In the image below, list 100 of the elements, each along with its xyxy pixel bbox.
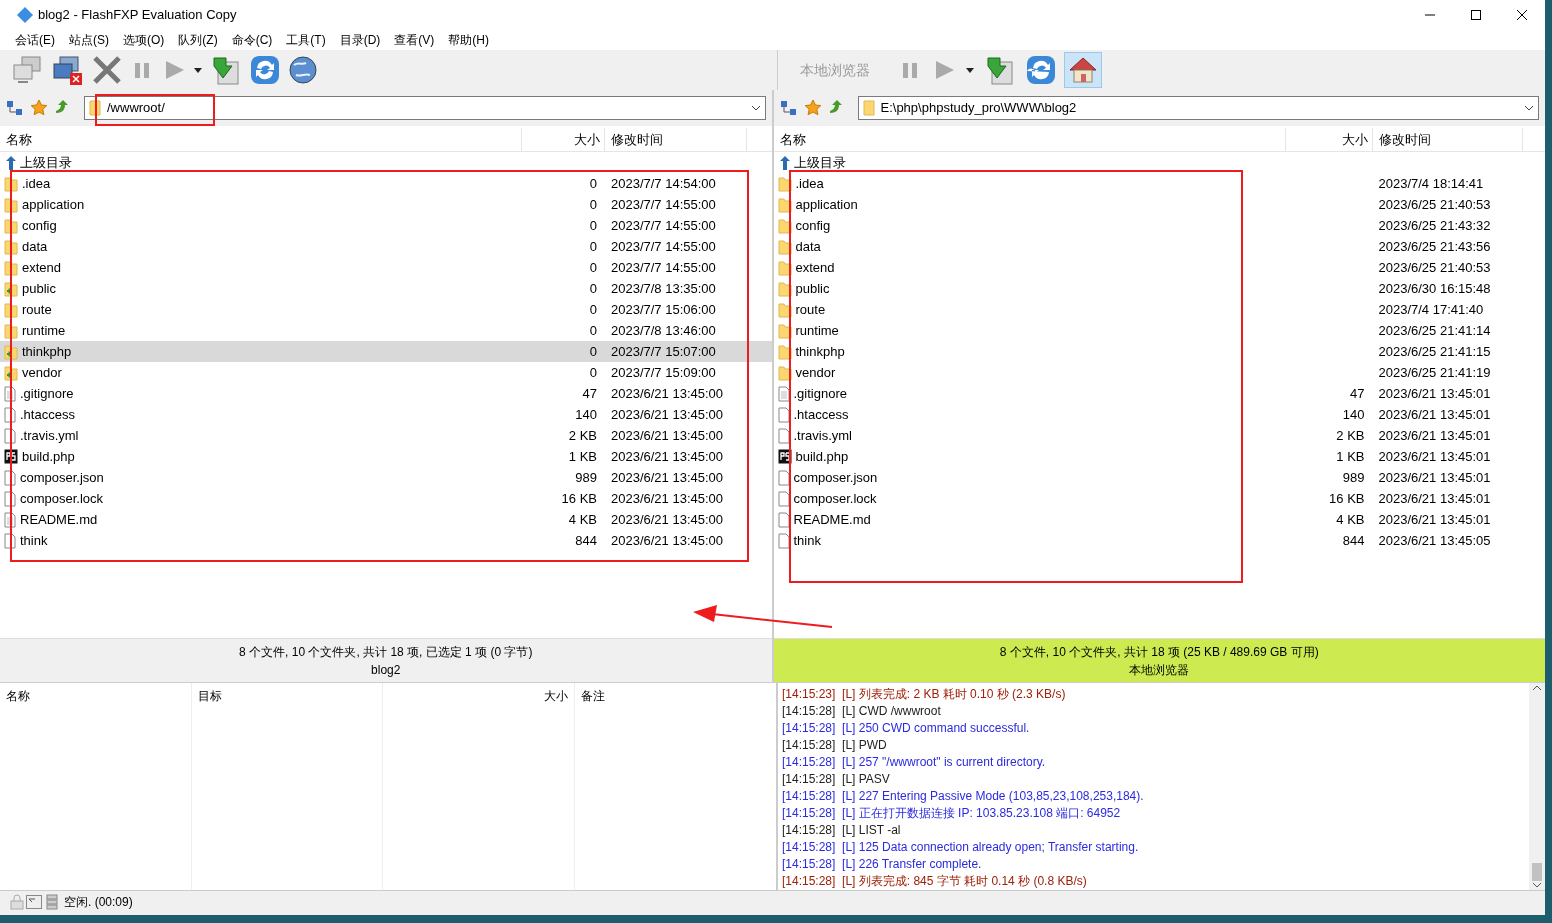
menu-item[interactable]: 队列(Z) bbox=[171, 31, 225, 49]
menu-item[interactable]: 站点(S) bbox=[62, 31, 116, 49]
up-arrow-icon bbox=[4, 154, 18, 171]
file-row[interactable]: .idea 0 2023/7/7 14:54:00 bbox=[0, 173, 772, 194]
window-title: blog2 - FlashFXP Evaluation Copy bbox=[38, 6, 237, 25]
file-modified: 2023/7/4 18:14:41 bbox=[1378, 175, 1484, 191]
file-modified: 2023/6/25 21:40:53 bbox=[1378, 196, 1491, 212]
file-size: 0 bbox=[589, 301, 597, 317]
column-header[interactable]: 备注 bbox=[581, 689, 605, 703]
menu-item[interactable]: 会话(E) bbox=[8, 31, 62, 49]
menu-item[interactable]: 工具(T) bbox=[279, 31, 333, 49]
file-row[interactable]: runtime 0 2023/7/8 13:46:00 bbox=[0, 320, 772, 341]
file-row[interactable]: .gitignore 47 2023/6/21 13:45:00 bbox=[0, 383, 772, 404]
file-modified: 2023/6/21 13:45:00 bbox=[611, 469, 724, 485]
path-field[interactable]: E:\php\phpstudy_pro\WWW\blog2 bbox=[857, 96, 1539, 120]
file-name: composer.lock bbox=[20, 489, 104, 508]
column-header[interactable]: 大小 bbox=[522, 128, 605, 151]
file-row[interactable]: thinkphp 0 2023/7/7 15:07:00 bbox=[0, 341, 772, 362]
file-modified: 2023/6/21 13:45:01 bbox=[1378, 490, 1491, 506]
file-row[interactable]: .idea 2023/7/4 18:14:41 bbox=[773, 173, 1545, 194]
menu-item[interactable]: 查看(V) bbox=[387, 31, 442, 49]
file-modified: 2023/6/25 21:43:32 bbox=[1378, 217, 1491, 233]
tree-icon bbox=[779, 99, 798, 117]
file-row[interactable]: config 2023/6/25 21:43:32 bbox=[773, 215, 1545, 236]
file-row[interactable]: README.md 4 KB 2023/6/21 13:45:01 bbox=[773, 509, 1545, 530]
file-row[interactable]: public 0 2023/7/8 13:35:00 bbox=[0, 278, 772, 299]
menu-item[interactable]: 目录(D) bbox=[332, 31, 388, 49]
file-row[interactable]: README.md 4 KB 2023/6/21 13:45:00 bbox=[0, 509, 772, 530]
file-row[interactable]: .htaccess 140 2023/6/21 13:45:00 bbox=[0, 404, 772, 425]
file-row[interactable]: data 2023/6/25 21:43:56 bbox=[773, 236, 1545, 257]
file-name: application bbox=[22, 195, 85, 214]
file-modified: 2023/6/21 13:45:00 bbox=[611, 406, 724, 422]
file-name: runtime bbox=[22, 321, 66, 340]
file-row[interactable]: data 0 2023/7/7 14:55:00 bbox=[0, 236, 772, 257]
column-header[interactable]: 名称 bbox=[773, 128, 1286, 151]
file-row[interactable]: think 844 2023/6/21 13:45:05 bbox=[773, 530, 1545, 551]
file-icon bbox=[4, 427, 16, 444]
column-header[interactable]: 名称 bbox=[6, 689, 30, 703]
home-button[interactable] bbox=[1064, 52, 1102, 88]
file-modified: 2023/6/21 13:45:00 bbox=[611, 511, 724, 527]
file-modified: 2023/6/21 13:45:00 bbox=[611, 427, 724, 443]
parent-folder-item[interactable]: 上级目录 bbox=[20, 155, 72, 170]
file-row[interactable]: public 2023/6/30 16:15:48 bbox=[773, 278, 1545, 299]
file-row[interactable]: application 2023/6/25 21:40:53 bbox=[773, 194, 1545, 215]
file-row[interactable]: application 0 2023/7/7 14:55:00 bbox=[0, 194, 772, 215]
file-row[interactable]: route 2023/7/4 17:41:40 bbox=[773, 299, 1545, 320]
file-modified: 2023/6/25 21:43:56 bbox=[1378, 238, 1491, 254]
home-icon bbox=[1068, 56, 1098, 84]
file-row[interactable]: composer.lock 16 KB 2023/6/21 13:45:00 bbox=[0, 488, 772, 509]
file-icon bbox=[4, 532, 16, 549]
parent-folder-item[interactable]: 上级目录 bbox=[793, 155, 846, 170]
file-row[interactable]: .htaccess 140 2023/6/21 13:45:01 bbox=[773, 404, 1545, 425]
file-row[interactable]: config 0 2023/7/7 14:55:00 bbox=[0, 215, 772, 236]
file-icon bbox=[4, 406, 16, 423]
column-header[interactable]: 修改时间 bbox=[605, 128, 747, 151]
path-field[interactable]: /wwwroot/ bbox=[84, 96, 766, 120]
file-name: .idea bbox=[795, 174, 824, 193]
file-row[interactable]: route 0 2023/7/7 15:06:00 bbox=[0, 299, 772, 320]
column-header[interactable]: 大小 bbox=[544, 689, 568, 703]
file-row[interactable]: composer.lock 16 KB 2023/6/21 13:45:01 bbox=[773, 488, 1545, 509]
menu-item[interactable]: 帮助(H) bbox=[441, 31, 496, 49]
file-row[interactable]: runtime 2023/6/25 21:41:14 bbox=[773, 320, 1545, 341]
computers-icon bbox=[12, 55, 44, 85]
file-row[interactable]: vendor 0 2023/7/7 15:09:00 bbox=[0, 362, 772, 383]
file-name: composer.lock bbox=[793, 489, 877, 508]
file-name: composer.json bbox=[793, 468, 878, 487]
column-header[interactable]: 名称 bbox=[0, 128, 522, 151]
file-row[interactable]: build.php 1 KB 2023/6/21 13:45:01 bbox=[773, 446, 1545, 467]
file-row[interactable]: build.php 1 KB 2023/6/21 13:45:00 bbox=[0, 446, 772, 467]
folder-icon bbox=[89, 100, 101, 116]
menu-item[interactable]: 命令(C) bbox=[224, 31, 280, 49]
file-name: .htaccess bbox=[793, 405, 849, 424]
file-name: .idea bbox=[22, 174, 51, 193]
file-row[interactable]: thinkphp 2023/6/25 21:41:15 bbox=[773, 341, 1545, 362]
file-name: config bbox=[22, 216, 57, 235]
file-row[interactable]: extend 2023/6/25 21:40:53 bbox=[773, 257, 1545, 278]
scrollbar[interactable] bbox=[1529, 683, 1545, 890]
dropdown-icon bbox=[750, 105, 761, 111]
file-row[interactable]: vendor 2023/6/25 21:41:19 bbox=[773, 362, 1545, 383]
file-row[interactable]: extend 0 2023/7/7 14:55:00 bbox=[0, 257, 772, 278]
column-header[interactable]: 修改时间 bbox=[1372, 128, 1523, 151]
file-row[interactable]: .gitignore 47 2023/6/21 13:45:01 bbox=[773, 383, 1545, 404]
file-name: .gitignore bbox=[20, 384, 74, 403]
menu-item[interactable]: 选项(O) bbox=[116, 31, 172, 49]
file-row[interactable]: composer.json 989 2023/6/21 13:45:00 bbox=[0, 467, 772, 488]
close-icon bbox=[92, 55, 122, 85]
file-row[interactable]: composer.json 989 2023/6/21 13:45:01 bbox=[773, 467, 1545, 488]
file-modified: 2023/6/25 21:41:19 bbox=[1378, 364, 1491, 380]
star-icon bbox=[803, 99, 822, 117]
column-header[interactable]: 大小 bbox=[1285, 128, 1373, 151]
file-name: .gitignore bbox=[793, 384, 847, 403]
folder-icon bbox=[777, 301, 792, 318]
file-size: 844 bbox=[575, 532, 597, 548]
maximize-icon bbox=[1471, 10, 1481, 20]
file-row[interactable]: .travis.yml 2 KB 2023/6/21 13:45:00 bbox=[0, 425, 772, 446]
column-header[interactable]: 目标 bbox=[198, 689, 222, 703]
scroll-thumb[interactable] bbox=[1532, 863, 1542, 881]
file-row[interactable]: think 844 2023/6/21 13:45:00 bbox=[0, 530, 772, 551]
file-name: README.md bbox=[793, 510, 871, 529]
file-row[interactable]: .travis.yml 2 KB 2023/6/21 13:45:01 bbox=[773, 425, 1545, 446]
